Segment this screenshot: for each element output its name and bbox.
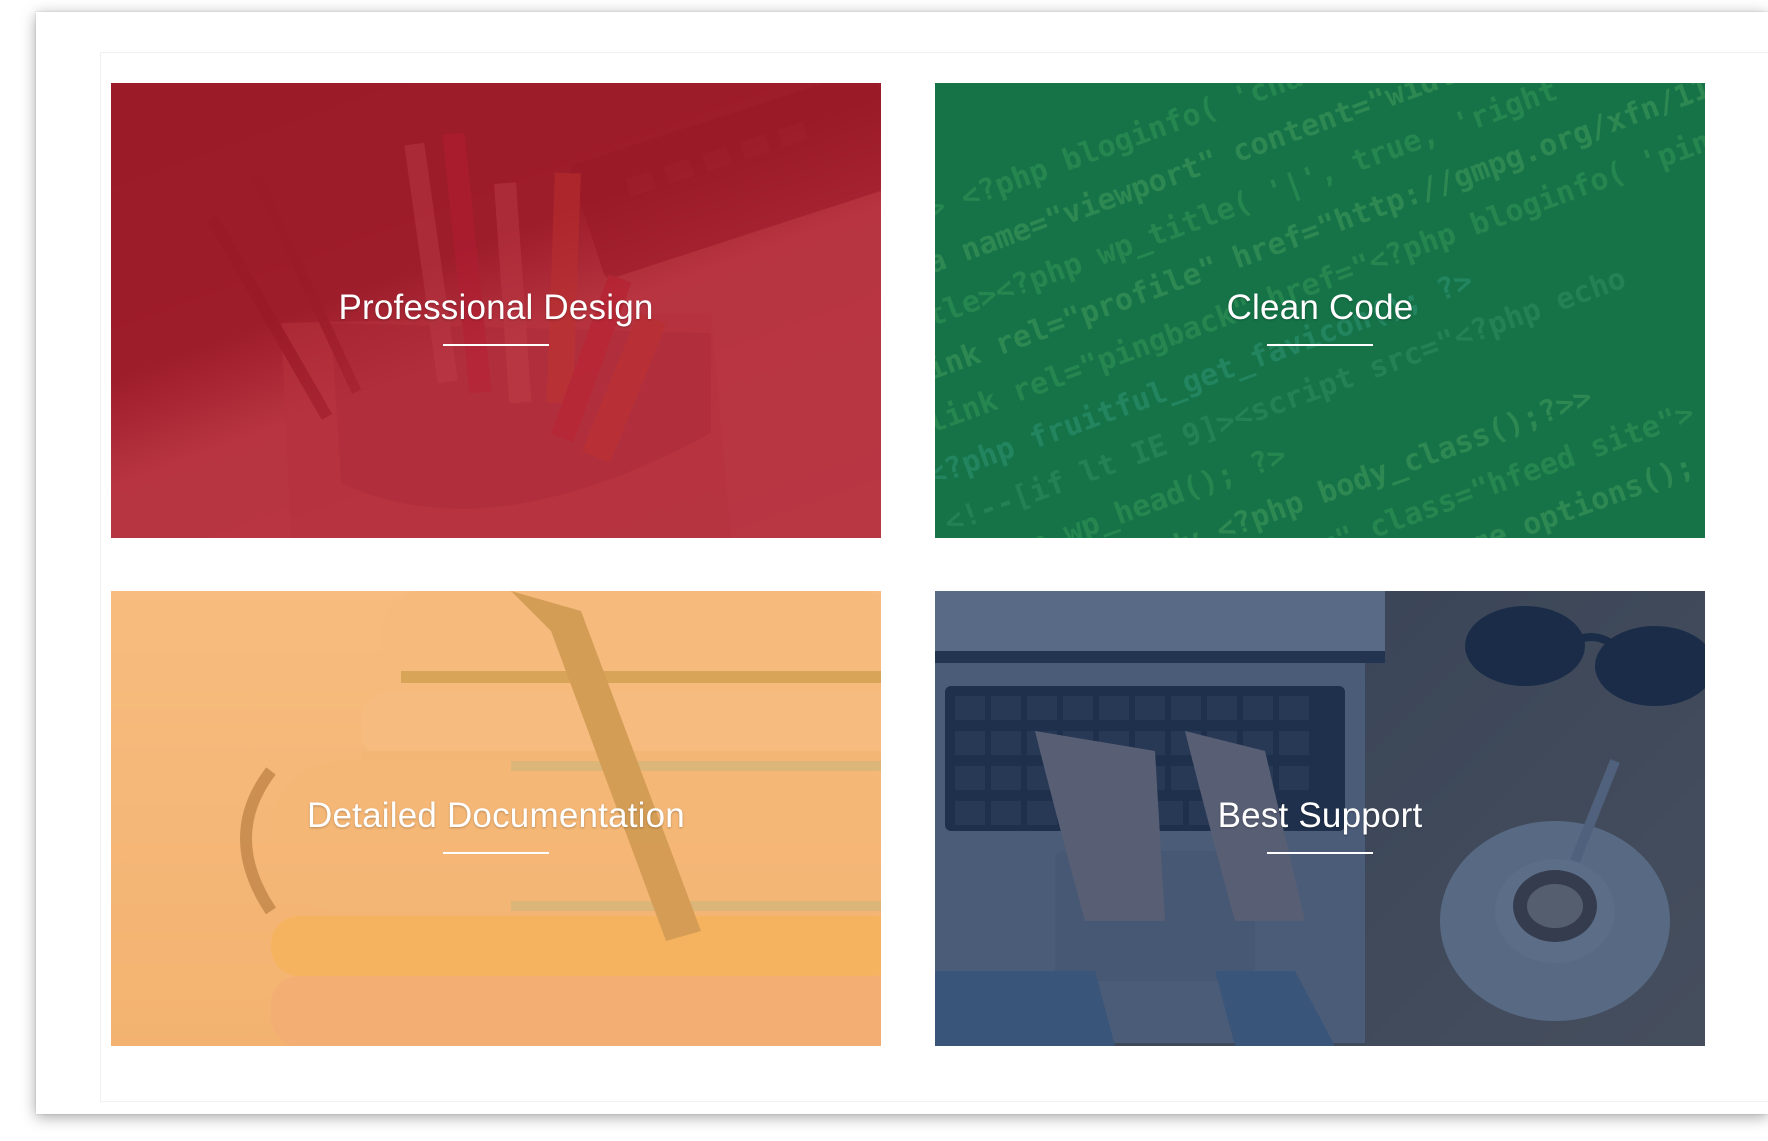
- feature-tile-best-support[interactable]: Best Support: [935, 591, 1705, 1046]
- tile-caption: Detailed Documentation: [111, 796, 881, 854]
- feature-tile-clean-code[interactable]: <head> <?php bloginfo( 'charset' ); ?> <…: [935, 83, 1705, 538]
- tile-caption: Clean Code: [935, 288, 1705, 346]
- title-underline: [443, 344, 549, 346]
- feature-title: Clean Code: [1226, 288, 1414, 327]
- feature-tile-detailed-documentation[interactable]: Detailed Documentation: [111, 591, 881, 1046]
- title-underline: [1267, 852, 1373, 854]
- feature-title: Professional Design: [338, 288, 654, 327]
- title-underline: [1267, 344, 1373, 346]
- feature-title: Detailed Documentation: [307, 796, 685, 835]
- tile-caption: Professional Design: [111, 288, 881, 346]
- feature-tile-professional-design[interactable]: Professional Design: [111, 83, 881, 538]
- tile-caption: Best Support: [935, 796, 1705, 854]
- title-underline: [443, 852, 549, 854]
- feature-title: Best Support: [1217, 796, 1423, 835]
